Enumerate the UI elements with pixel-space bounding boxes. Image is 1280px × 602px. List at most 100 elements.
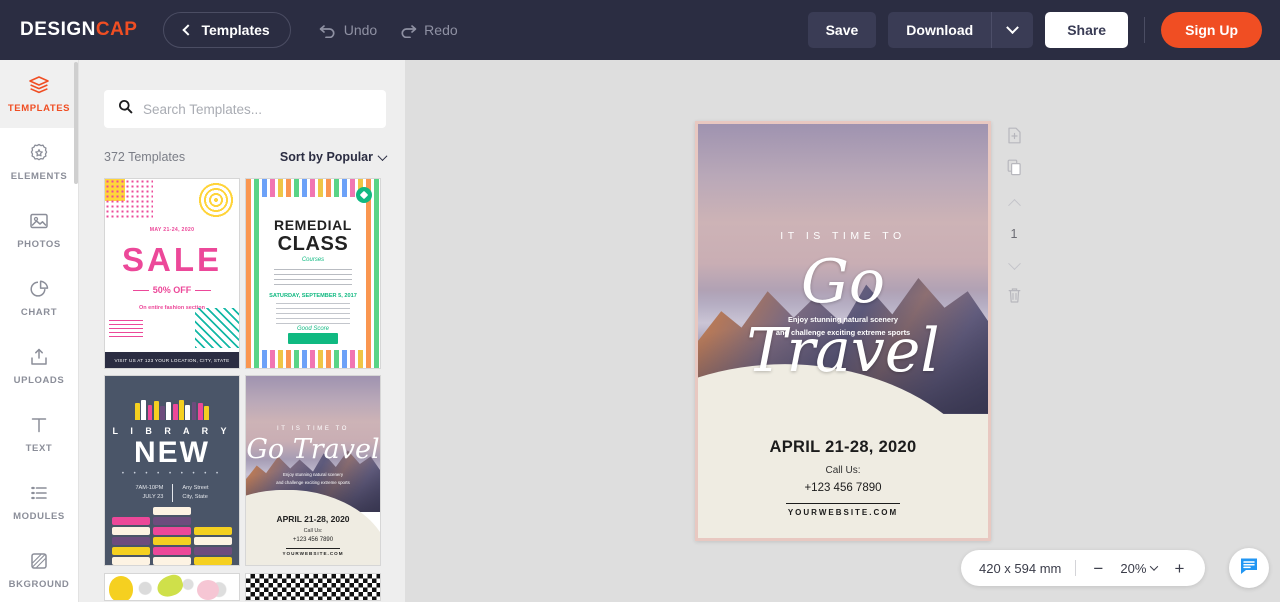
dot-grid-decoration (105, 179, 153, 219)
chevron-down-icon (377, 150, 388, 161)
move-page-down-button[interactable] (1000, 250, 1028, 282)
pineapple-shape (109, 575, 133, 600)
rail-scrollbar[interactable] (74, 62, 78, 184)
poster-phone: +123 456 7890 (804, 482, 882, 494)
zoom-out-button[interactable]: − (1090, 560, 1106, 577)
rail-item-modules[interactable]: MODULES (0, 468, 78, 536)
templates-back-button[interactable]: Templates (163, 12, 291, 48)
chevron-down-icon (1007, 256, 1021, 270)
zoom-level-dropdown[interactable]: 20% (1120, 560, 1159, 576)
rail-label-photos: PHOTOS (17, 239, 61, 250)
chevron-down-icon (1006, 20, 1020, 34)
template-travel-title: Go Travel (246, 434, 380, 466)
template-card-remedial-class[interactable]: REMEDIAL CLASS Courses SATURDAY, SEPTEMB… (245, 178, 381, 369)
template-sale-headline: SALE (121, 241, 222, 278)
trash-icon (1007, 287, 1022, 309)
download-button[interactable]: Download (888, 12, 992, 48)
template-library-headline: NEW (134, 436, 210, 470)
template-library-info: 7AM-10PM JULY 23 Any Street City, State (105, 484, 239, 503)
template-card-produce-sketch[interactable] (104, 572, 240, 601)
share-button[interactable]: Share (1045, 12, 1129, 48)
badge-star-icon (28, 142, 50, 164)
redo-arrow-icon (399, 22, 417, 38)
template-class-script2: Good Score (296, 326, 330, 332)
rail-label-uploads: UPLOADS (13, 375, 65, 386)
search-input[interactable] (143, 101, 372, 117)
text-t-icon (28, 414, 50, 436)
chevron-down-icon (1150, 562, 1159, 571)
rail-item-photos[interactable]: PHOTOS (0, 196, 78, 264)
image-icon (28, 210, 50, 232)
add-page-button[interactable] (1000, 122, 1028, 154)
template-travel-website: YOURWEBSITE.COM (282, 551, 344, 557)
rail-label-text: TEXT (25, 443, 53, 454)
rail-item-chart[interactable]: CHART (0, 264, 78, 332)
search-icon (118, 99, 133, 119)
rail-item-text[interactable]: TEXT (0, 400, 78, 468)
rail-item-elements[interactable]: ELEMENTS (0, 128, 78, 196)
sort-by-dropdown[interactable]: Sort by Popular (279, 150, 388, 164)
logo-design-text: DESIGN (20, 19, 96, 40)
diamond-badge-icon (356, 187, 372, 203)
template-class-line2: CLASS (277, 233, 349, 255)
zoom-level-label: 20% (1120, 560, 1147, 576)
undo-button[interactable]: Undo (319, 22, 377, 38)
zoom-in-button[interactable]: + (1171, 560, 1187, 577)
panel-meta-row: 372 Templates Sort by Popular (104, 142, 388, 172)
template-card-chevron-pattern[interactable] (245, 572, 381, 601)
layers-icon (28, 74, 50, 96)
rail-item-templates[interactable]: TEMPLATES (0, 60, 78, 128)
chevron-up-icon (1007, 198, 1021, 212)
signup-button[interactable]: Sign Up (1161, 12, 1262, 48)
search-templates-box[interactable] (104, 90, 386, 128)
template-class-text-block (274, 269, 352, 289)
poster-subtitle-line2: and challenge exciting extreme sports (775, 327, 911, 337)
redo-label: Redo (424, 22, 458, 38)
app-header: DESIGNCAP Templates Undo Redo Save Downl… (0, 0, 1280, 60)
template-class-footer-bar (288, 333, 338, 344)
editor-canvas-area[interactable]: IT IS TIME TO Go Travel Enjoy stunning n… (405, 60, 1280, 602)
download-dropdown-button[interactable] (991, 12, 1034, 48)
poster-divider (786, 503, 900, 505)
canvas-poster[interactable]: IT IS TIME TO Go Travel Enjoy stunning n… (695, 121, 991, 541)
chat-support-button[interactable] (1229, 548, 1269, 588)
zoom-divider (1075, 560, 1077, 576)
template-card-sale[interactable]: MAY 21-24, 2020 SALE 50% OFF On entire f… (104, 178, 240, 369)
duplicate-page-button[interactable] (1000, 154, 1028, 186)
diagonal-lines-decoration (195, 308, 239, 348)
template-sale-discount: 50% OFF (105, 285, 239, 295)
templates-grid: MAY 21-24, 2020 SALE 50% OFF On entire f… (104, 178, 394, 602)
book-row-decoration (135, 400, 210, 421)
undo-arrow-icon (319, 22, 337, 38)
page-tools: 1 (1000, 122, 1028, 314)
zigzag-decoration (109, 320, 143, 340)
sort-by-label: Sort by Popular (279, 150, 373, 164)
rail-item-bkground[interactable]: BKGROUND (0, 536, 78, 602)
poster-kicker: IT IS TIME TO (780, 230, 906, 242)
template-class-date: SATURDAY, SEPTEMBER 5, 2017 (269, 293, 357, 299)
save-button[interactable]: Save (807, 12, 877, 48)
template-sale-date: MAY 21-24, 2020 (149, 227, 195, 233)
template-card-library-new[interactable]: L I B R A R Y NEW • • • • • • • • • 7AM-… (104, 375, 240, 567)
template-travel-date: APRIL 21-28, 2020 (276, 514, 350, 525)
download-group: Download (888, 12, 1034, 48)
rail-label-elements: ELEMENTS (10, 171, 68, 182)
poster-subtitle: Enjoy stunning natural scenery and chall… (698, 314, 988, 340)
rail-label-templates: TEMPLATES (7, 103, 71, 114)
template-library-kicker: L I B R A R Y (112, 426, 232, 437)
move-page-up-button[interactable] (1000, 186, 1028, 218)
redo-button[interactable]: Redo (399, 22, 458, 38)
logo-cap-text: CAP (95, 19, 138, 40)
canvas-size-label: 420 x 594 mm (979, 560, 1062, 576)
tool-rail: TEMPLATES ELEMENTS PHOTOS CHART UPLOADS … (0, 60, 79, 602)
delete-page-button[interactable] (1000, 282, 1028, 314)
rail-item-uploads[interactable]: UPLOADS (0, 332, 78, 400)
header-actions: Save Download Share Sign Up (807, 12, 1262, 48)
template-library-date: JULY 23 (142, 494, 164, 501)
poster-subtitle-line1: Enjoy stunning natural scenery (787, 315, 899, 324)
template-travel-sub: Enjoy stunning natural scenery and chall… (276, 472, 350, 485)
template-library-street: Any Street (182, 485, 209, 492)
poster-website: YOURWEBSITE.COM (787, 508, 899, 517)
app-logo[interactable]: DESIGNCAP (20, 19, 137, 41)
template-card-go-travel[interactable]: IT IS TIME TO Go Travel Enjoy stunning n… (245, 375, 381, 567)
